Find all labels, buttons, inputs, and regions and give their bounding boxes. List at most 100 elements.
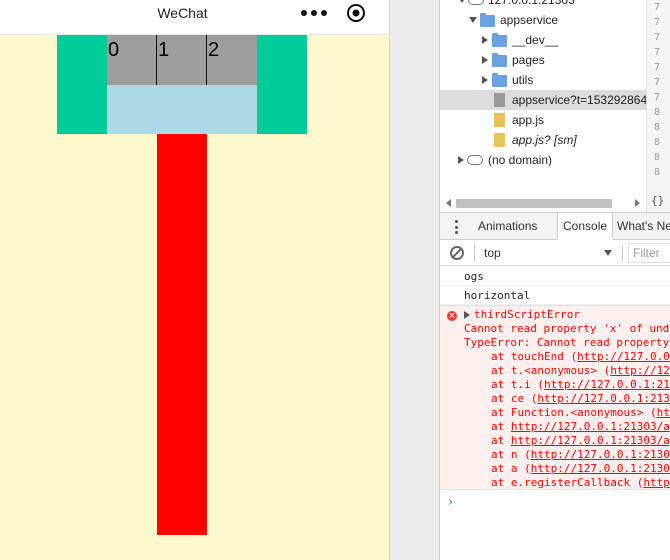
scroll-left-icon[interactable]: [446, 199, 451, 207]
console-log: ogs: [440, 267, 670, 286]
more-dots-icon[interactable]: [301, 6, 327, 20]
simulator-header: WeChat: [0, 0, 389, 35]
stack-frame: at http://127.0.0.1:21303/ap: [440, 420, 670, 434]
simulator-panel: WeChat 0 1 2: [0, 0, 389, 560]
stack-frame-link[interactable]: http://127.0.0.1:2130: [537, 392, 670, 405]
expand-arrow-icon[interactable]: [482, 76, 488, 84]
stack-frame-text: at touchEnd (: [491, 350, 578, 363]
tree-item-host[interactable]: 127.0.0.1:21303: [440, 0, 646, 10]
stack-frame-link[interactable]: http://127: [610, 364, 670, 377]
stack-frame: at http://127.0.0.1:21303/ap: [440, 434, 670, 448]
expand-arrow-icon[interactable]: [482, 56, 488, 64]
folder-icon: [492, 73, 507, 87]
error-message: Cannot read property 'x' of unde: [464, 322, 670, 335]
tree-item-no-domain[interactable]: (no domain): [440, 150, 646, 170]
filter-input[interactable]: Filter: [628, 243, 670, 263]
stack-frame-text: at ce (: [491, 392, 538, 405]
folder-icon: [492, 53, 507, 67]
stack-frame-link[interactable]: http://127.0.0: [577, 350, 670, 363]
console-log: horizontal: [440, 286, 670, 305]
cloud-icon: [467, 155, 483, 165]
folder-icon: [480, 13, 495, 27]
scroll-thumb[interactable]: [456, 199, 612, 208]
stack-frame-link[interactable]: http://127.0.0.1:21303/ap: [511, 434, 670, 447]
file-icon: [494, 93, 505, 107]
stack-frame-link[interactable]: http: [643, 476, 670, 489]
stack-frame-text: at a (: [491, 462, 531, 475]
tree-item-utils[interactable]: utils: [440, 70, 646, 90]
stack-frame: at Function.<anonymous> (htt: [440, 406, 670, 420]
expand-arrow-icon[interactable]: [458, 0, 466, 3]
expand-arrow-icon[interactable]: [464, 311, 470, 319]
chevron-down-icon[interactable]: [604, 250, 612, 256]
tree-item-appjs-sm[interactable]: app.js? [sm]: [440, 130, 646, 150]
tree-item-appservice[interactable]: appservice: [440, 10, 646, 30]
line-number: 8: [654, 107, 661, 118]
line-number: 8: [654, 152, 661, 163]
scroll-right-icon[interactable]: [635, 199, 640, 207]
stack-frame-text: at t.<anonymous> (: [491, 364, 611, 377]
cloud-icon: [468, 0, 484, 5]
console-prompt[interactable]: ›: [448, 495, 453, 510]
devtools-panel: 127.0.0.1:21303 appservice __dev__ pages: [440, 0, 670, 560]
stack-frame-text: at n (: [491, 448, 531, 461]
scroll-header-row: 0 1 2: [107, 35, 257, 85]
stack-frame: at t.<anonymous> (http://127: [440, 364, 670, 378]
panel-divider[interactable]: [389, 0, 440, 560]
tree-item-label: appservice: [500, 13, 559, 27]
column-label: 2: [208, 39, 220, 61]
right-teal-block: [257, 35, 307, 134]
stack-frame-link[interactable]: http://127.0.0.1:2130: [531, 448, 670, 461]
tree-item-label: utils: [512, 73, 534, 87]
tree-item-appservice-file[interactable]: appservice?t=153292864: [440, 90, 648, 110]
expand-arrow-icon[interactable]: [458, 156, 464, 164]
stack-frame-link[interactable]: http://127.0.0.1:2130: [531, 462, 670, 475]
tree-item-pages[interactable]: pages: [440, 50, 646, 70]
line-number: 7: [654, 62, 661, 73]
tree-item-label: (no domain): [488, 153, 553, 167]
clear-console-icon[interactable]: [450, 246, 464, 260]
red-bar: [157, 134, 207, 535]
stack-frame-link[interactable]: http://127.0.0.1:21303/ap: [511, 420, 670, 433]
tree-item-appjs[interactable]: app.js: [440, 110, 646, 130]
context-selector[interactable]: top: [484, 240, 501, 266]
js-file-icon: [494, 113, 505, 127]
line-number: 7: [654, 17, 661, 28]
line-number: 7: [654, 92, 661, 103]
js-file-icon: [494, 133, 505, 147]
tree-item-label: __dev__: [512, 33, 559, 47]
error-icon: ×: [447, 311, 457, 321]
stack-frame-link[interactable]: htt: [657, 406, 670, 419]
tab-whats-new[interactable]: What's Ne: [617, 213, 670, 240]
tree-item-dev[interactable]: __dev__: [440, 30, 646, 50]
tree-item-label: pages: [512, 53, 545, 67]
horizontal-scrollbar[interactable]: [440, 195, 646, 211]
sources-tree: 127.0.0.1:21303 appservice __dev__ pages: [440, 0, 648, 212]
line-number: 8: [654, 167, 661, 178]
line-number: 8: [654, 137, 661, 148]
lightblue-block: [107, 85, 257, 134]
expand-arrow-icon[interactable]: [482, 36, 488, 44]
more-options-icon[interactable]: [455, 220, 458, 234]
tree-item-label: app.js? [sm]: [512, 133, 577, 147]
stack-frame-text: at: [491, 420, 511, 433]
tab-console[interactable]: Console: [557, 213, 614, 240]
screen: WeChat 0 1 2 127.0.0.1:21303 appservice …: [0, 0, 670, 560]
console-error: × thirdScriptError Cannot read property …: [440, 305, 670, 490]
target-icon[interactable]: [346, 3, 366, 23]
error-title: thirdScriptError: [474, 308, 580, 321]
tree-item-label: appservice?t=153292864: [512, 93, 648, 107]
console-output: ogs horizontal × thirdScriptError Cannot…: [440, 267, 670, 560]
line-number: 8: [654, 122, 661, 133]
stack-frame-link[interactable]: http://127.0.0.1:21: [544, 378, 670, 391]
console-filter-bar: top Filter: [440, 240, 670, 266]
stack-frame: at a (http://127.0.0.1:2130: [440, 462, 670, 476]
expand-arrow-icon[interactable]: [469, 17, 477, 23]
folder-icon: [492, 33, 507, 47]
column-label: 0: [108, 39, 120, 61]
tab-animations[interactable]: Animations: [478, 213, 537, 240]
error-title-row[interactable]: thirdScriptError: [440, 306, 670, 322]
stack-frame: at ce (http://127.0.0.1:2130: [440, 392, 670, 406]
tree-item-label: app.js: [512, 113, 545, 127]
pretty-print-button[interactable]: {}: [646, 190, 670, 212]
